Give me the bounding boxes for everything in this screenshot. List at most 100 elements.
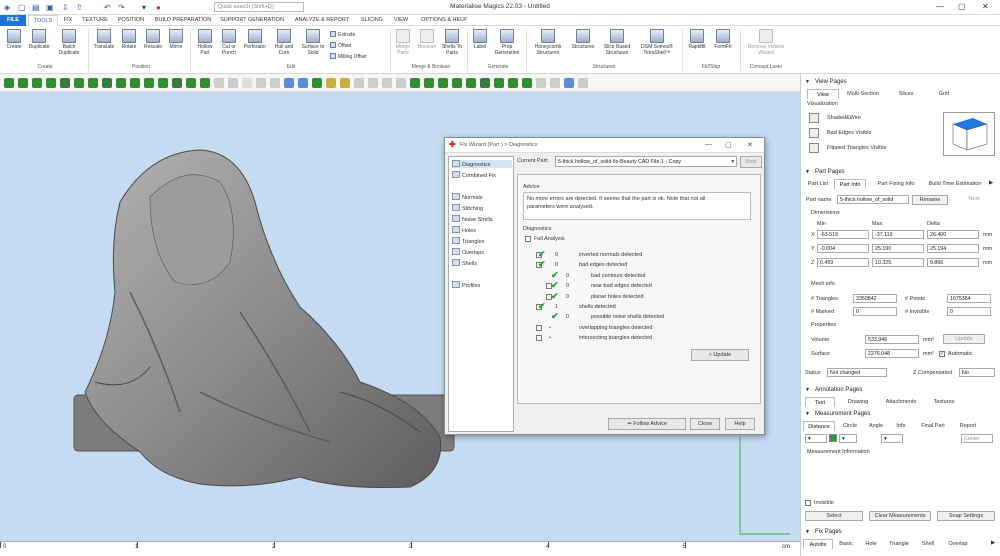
flipped-triangles-icon[interactable]: [809, 143, 819, 153]
tab-info[interactable]: Info: [891, 421, 911, 431]
toolbar-tool-icon[interactable]: [158, 78, 168, 88]
toolbar-tool-icon[interactable]: [172, 78, 182, 88]
remove-volume-wizard-button[interactable]: Remove Volume Wizard: [743, 29, 789, 56]
toolbar-tool-icon[interactable]: [438, 78, 448, 88]
toolbar-tool-icon[interactable]: [130, 78, 140, 88]
create-button[interactable]: Create: [3, 29, 25, 51]
snap-settings-button[interactable]: Snap Settings: [937, 511, 995, 521]
snap-select[interactable]: ▾: [881, 434, 903, 443]
measure-type-select[interactable]: ▾: [805, 434, 827, 443]
tab-options-help[interactable]: OPTIONS & HELP: [418, 15, 470, 26]
maximize-icon[interactable]: ▢: [958, 2, 966, 11]
tab-distance[interactable]: Distance: [803, 421, 835, 431]
tab-build-preparation[interactable]: BUILD PREPARATION: [152, 15, 214, 26]
tab-text[interactable]: Text: [805, 397, 835, 407]
nav-shells[interactable]: Shells: [452, 259, 477, 267]
update-properties-button[interactable]: Update: [943, 334, 985, 344]
translate-button[interactable]: Translate: [91, 29, 117, 51]
tab-fix[interactable]: FIX: [60, 15, 76, 26]
structures-button[interactable]: Structures: [568, 29, 598, 51]
toolbar-tool-icon[interactable]: [298, 78, 308, 88]
toolbar-tool-icon[interactable]: [522, 78, 532, 88]
hollow-part-button[interactable]: Hollow Part: [193, 29, 217, 56]
tab-analyze-report[interactable]: ANALYZE & REPORT: [292, 15, 352, 26]
tab-drawing[interactable]: Drawing: [841, 397, 875, 407]
rapidfit-button[interactable]: Rapidfit: [685, 29, 709, 51]
toolbar-tool-icon[interactable]: [18, 78, 28, 88]
overlapping-triangles-checkbox[interactable]: [536, 325, 542, 331]
color-swatch-icon[interactable]: [829, 434, 837, 442]
tab-part-fixing-info[interactable]: Part Fixing Info: [871, 179, 921, 189]
chevron-right-icon[interactable]: ▶: [991, 540, 995, 546]
tab-triangle[interactable]: Triangle: [885, 539, 913, 549]
toolbar-tool-icon[interactable]: [564, 78, 574, 88]
cut-or-punch-button[interactable]: Cut or Punch: [218, 29, 240, 56]
toolbar-tool-icon[interactable]: [102, 78, 112, 88]
nav-combined-fix[interactable]: Combined Fix: [452, 171, 496, 179]
tab-circle[interactable]: Circle: [839, 421, 861, 431]
bad-edges-icon[interactable]: [809, 128, 819, 138]
toolbar-tool-icon[interactable]: [326, 78, 336, 88]
nav-noise-shells[interactable]: Noise Shells: [452, 215, 493, 223]
tab-part-list[interactable]: Part List: [805, 179, 831, 189]
nav-normals[interactable]: Normals: [452, 193, 482, 201]
boolean-button[interactable]: Boolean: [415, 29, 439, 51]
z-max[interactable]: 10.325: [872, 258, 924, 267]
toolbar-tool-icon[interactable]: [144, 78, 154, 88]
close-button[interactable]: Close: [690, 418, 720, 430]
annotation-pages-header[interactable]: ▼ Annotation Pages: [801, 385, 1000, 396]
slice-based-structures-button[interactable]: Slice Based Structures: [600, 29, 634, 56]
surface-to-solid-button[interactable]: Surface to Solid: [299, 29, 327, 56]
toolbar-tool-icon[interactable]: [480, 78, 490, 88]
tab-tools[interactable]: TOOLS: [28, 15, 58, 26]
toolbar-tool-icon[interactable]: [340, 78, 350, 88]
current-part-select[interactable]: 5-thick hollow_of_solid-fix-Beauty CAD F…: [555, 156, 737, 167]
view-cube-icon[interactable]: [943, 112, 995, 156]
tab-view[interactable]: VIEW: [390, 15, 412, 26]
view-pages-header[interactable]: ▼ View Pages: [801, 77, 1000, 88]
rotate-button[interactable]: Rotate: [118, 29, 140, 51]
nav-overlaps[interactable]: Overlaps: [452, 248, 484, 256]
tab-shell[interactable]: Shell: [917, 539, 939, 549]
tab-report[interactable]: Report: [955, 421, 981, 431]
tab-textures[interactable]: Textures: [927, 397, 961, 407]
center-select[interactable]: Center: [961, 434, 993, 443]
nav-holes[interactable]: Holes: [452, 226, 476, 234]
tab-support-generation[interactable]: SUPPORT GENERATION: [218, 15, 286, 26]
x-min[interactable]: -63.519: [817, 230, 869, 239]
part-name-field[interactable]: 5-thick hollow_of_solid: [837, 195, 909, 204]
toolbar-tool-icon[interactable]: [60, 78, 70, 88]
tab-part-info[interactable]: Part Info: [834, 179, 866, 189]
toolbar-tool-icon[interactable]: [228, 78, 238, 88]
measurement-pages-header[interactable]: ▼ Measurement Pages: [801, 409, 1000, 420]
toolbar-tool-icon[interactable]: [312, 78, 322, 88]
chevron-right-icon[interactable]: ▶: [989, 180, 993, 186]
clear-measurements-button[interactable]: Clear Measurements: [869, 511, 931, 521]
perforator-button[interactable]: Perforator: [241, 29, 269, 51]
tab-build-time-estimation[interactable]: Build Time Estimation: [925, 179, 985, 189]
tab-overlap[interactable]: Overlap: [943, 539, 973, 549]
toolbar-tool-icon[interactable]: [88, 78, 98, 88]
toolbar-tool-icon[interactable]: [200, 78, 210, 88]
toolbar-tool-icon[interactable]: [368, 78, 378, 88]
shells-to-parts-button[interactable]: Shells To Parts: [440, 29, 464, 56]
dsm-somos-tetrashell-button[interactable]: DSM Somos® TetraShell™: [636, 29, 678, 56]
z-min[interactable]: 0.459: [817, 258, 869, 267]
y-min[interactable]: -0.004: [817, 244, 869, 253]
close-window-icon[interactable]: ✕: [982, 2, 989, 11]
toolbar-tool-icon[interactable]: [256, 78, 266, 88]
automatic-checkbox[interactable]: ✓: [939, 351, 945, 357]
label-button[interactable]: Label: [470, 29, 490, 51]
toolbar-tool-icon[interactable]: [186, 78, 196, 88]
toolbar-tool-icon[interactable]: [452, 78, 462, 88]
intersecting-triangles-checkbox[interactable]: [536, 335, 542, 341]
x-delta[interactable]: 26.400: [927, 230, 979, 239]
nav-triangles[interactable]: Triangles: [452, 237, 484, 245]
z-delta[interactable]: 9.866: [927, 258, 979, 267]
rename-button[interactable]: Rename: [912, 195, 948, 205]
formfit-button[interactable]: FormFit: [710, 29, 736, 51]
batch-duplicate-button[interactable]: Batch Duplicate: [56, 29, 82, 56]
invisible-checkbox[interactable]: [805, 500, 811, 506]
nav-profiles[interactable]: Profiles: [452, 281, 480, 289]
toolbar-tool-icon[interactable]: [578, 78, 588, 88]
